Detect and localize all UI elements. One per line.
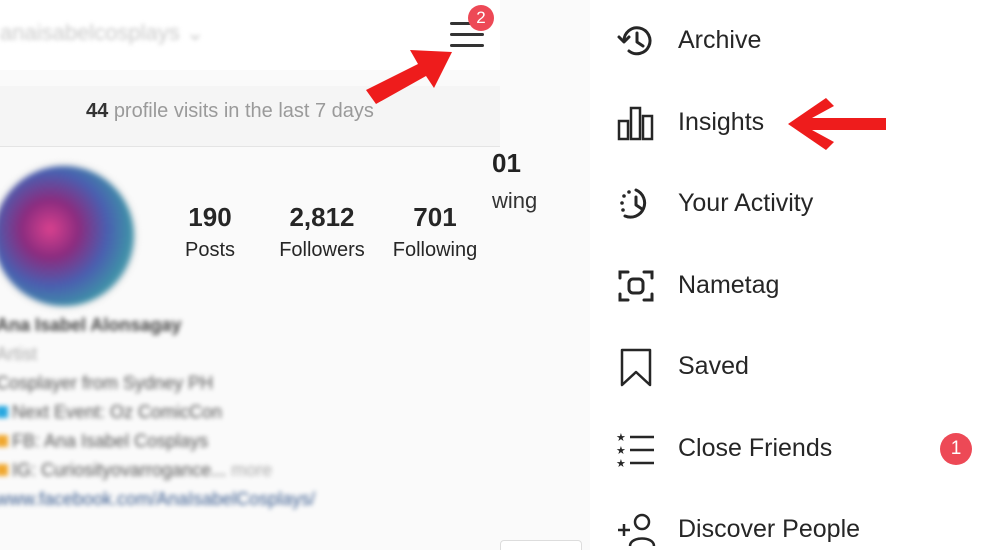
menu-item-label: Your Activity <box>678 189 814 217</box>
menu-item-label: Saved <box>678 352 749 380</box>
svg-text:★: ★ <box>616 457 626 469</box>
bio-category: Artist <box>0 344 38 364</box>
menu-item-saved[interactable]: Saved <box>590 336 1000 396</box>
menu-item-label: Insights <box>678 108 765 136</box>
stat-following-value: 701 <box>413 202 457 232</box>
chevron-down-icon: ⌄ <box>185 20 205 45</box>
notification-badge: 2 <box>468 5 494 31</box>
partial-stat-number: 01 <box>492 148 521 178</box>
nametag-icon <box>618 270 654 302</box>
menu-item-your-activity[interactable]: Your Activity <box>590 173 1000 233</box>
menu-item-close-friends[interactable]: ★ ★ ★ Close Friends 1 <box>590 418 1000 478</box>
bio-more-link[interactable]: more <box>231 460 272 480</box>
svg-text:★: ★ <box>616 431 626 444</box>
bio-website-link[interactable]: www.facebook.com/AnaIsabelCosplays/ <box>0 489 315 518</box>
menu-item-nametag[interactable]: Nametag <box>590 255 1000 315</box>
bio-name: Ana Isabel Alonsagay <box>0 315 182 335</box>
bio-line-3: FB: Ana Isabel Cosplays <box>0 431 315 460</box>
stat-followers-label: Followers <box>279 239 365 261</box>
profile-bio: Ana Isabel Alonsagay Artist Cosplayer fr… <box>0 315 315 518</box>
side-menu: Archive Insights Your Activity Nametag S… <box>590 0 1000 550</box>
menu-item-label: Archive <box>678 26 762 54</box>
stat-posts[interactable]: 190 Posts <box>172 202 248 262</box>
partial-card <box>500 540 582 550</box>
menu-item-discover-people[interactable]: Discover People <box>590 499 1000 559</box>
visits-count: 44 <box>86 100 109 122</box>
visits-label: profile visits in the last 7 days <box>113 100 374 122</box>
username-dropdown[interactable]: anaisabelcosplays ⌄ <box>0 20 204 46</box>
stat-posts-label: Posts <box>184 239 236 261</box>
activity-icon <box>620 188 647 219</box>
profile-visits-text: 44 profile visits in the last 7 days <box>86 100 374 123</box>
discover-people-icon <box>618 513 656 547</box>
profile-screen: anaisabelcosplays ⌄ 2 44 profile visits … <box>0 0 590 550</box>
close-friends-badge: 1 <box>940 433 972 465</box>
insights-icon <box>617 106 654 141</box>
bio-line-2: Next Event: Oz ComicCon <box>0 402 315 431</box>
stat-followers[interactable]: 2,812 Followers <box>272 202 372 262</box>
stat-followers-value: 2,812 <box>289 202 355 232</box>
menu-item-label: Close Friends <box>678 434 833 462</box>
bio-line-1: Cosplayer from Sydney PH <box>0 373 214 393</box>
annotation-arrow-up-right <box>366 50 452 104</box>
menu-item-label: Discover People <box>678 515 861 543</box>
close-friends-icon: ★ ★ ★ <box>616 431 654 469</box>
menu-item-archive[interactable]: Archive <box>590 10 1000 70</box>
saved-icon <box>620 348 652 387</box>
partial-stat-label: wing <box>492 188 538 213</box>
stat-following[interactable]: 701 Following <box>386 202 484 262</box>
archive-icon <box>617 26 652 56</box>
menu-item-label: Nametag <box>678 271 780 299</box>
bio-line-4: IG: Curiosityovarrogance... more <box>0 460 315 489</box>
avatar[interactable] <box>0 162 138 310</box>
annotation-arrow-left <box>788 98 886 150</box>
username-text: anaisabelcosplays <box>0 20 180 45</box>
stat-following-label: Following <box>392 239 478 261</box>
stat-posts-value: 190 <box>188 202 232 232</box>
svg-text:★: ★ <box>616 444 626 457</box>
